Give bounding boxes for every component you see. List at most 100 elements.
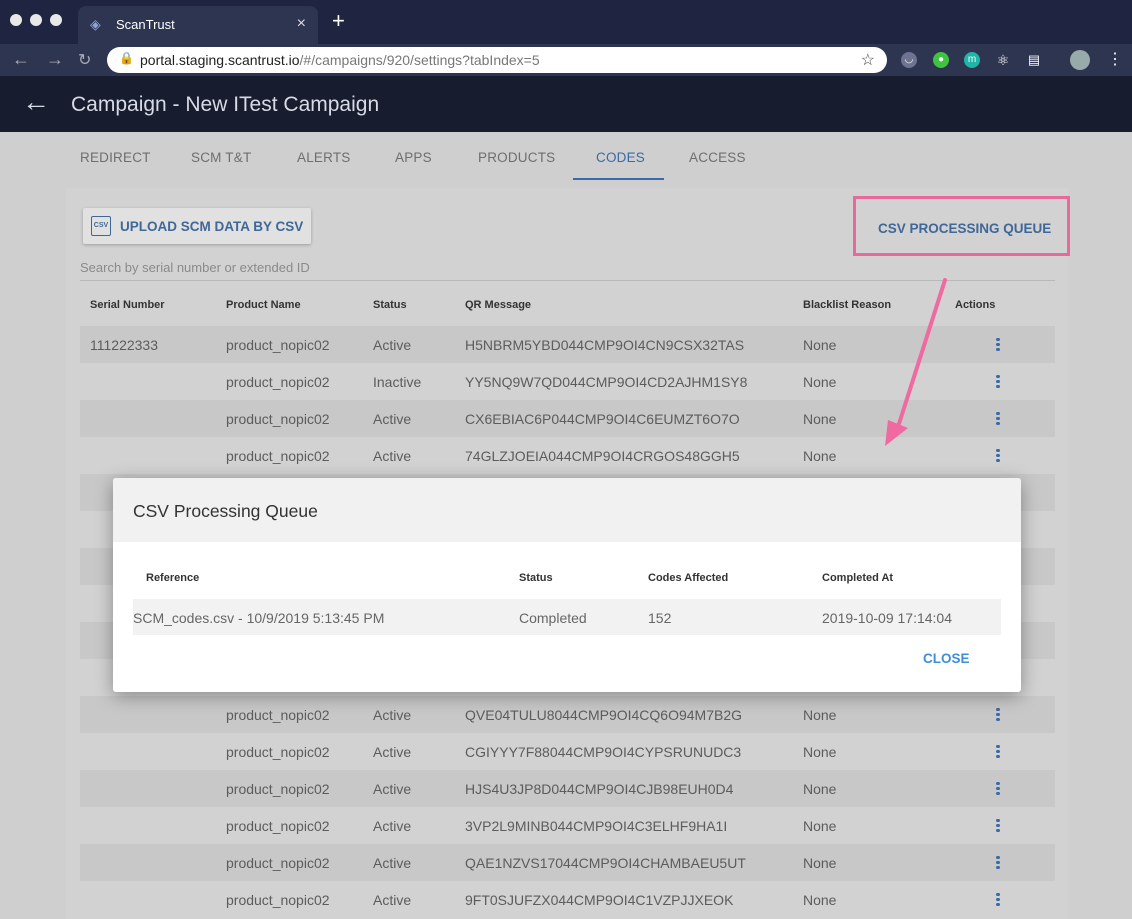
table-row[interactable]: product_nopic02 Active 74GLZJOEIA044CMP9…: [80, 437, 1055, 474]
reference-cell: SCM_codes.csv - 10/9/2019 5:13:45 PM: [133, 610, 385, 626]
product-cell: product_nopic02: [226, 781, 330, 797]
product-cell: product_nopic02: [226, 374, 330, 390]
product-cell: product_nopic02: [226, 448, 330, 464]
tab-redirect[interactable]: REDIRECT: [80, 150, 151, 165]
doc-extension-icon[interactable]: ▤: [1026, 52, 1042, 68]
close-button[interactable]: CLOSE: [923, 651, 970, 666]
row-actions-menu-icon[interactable]: [993, 706, 1003, 724]
completed-at-cell: 2019-10-09 17:14:04: [822, 610, 952, 626]
row-actions-menu-icon[interactable]: [993, 780, 1003, 798]
qr-cell: 74GLZJOEIA044CMP9OI4CRGOS48GGH5: [465, 448, 740, 464]
status-cell: Active: [373, 337, 412, 353]
product-cell: product_nopic02: [226, 337, 330, 353]
back-nav-icon[interactable]: ←: [12, 49, 30, 70]
qr-cell: CX6EBIAC6P044CMP9OI4C6EUMZT6O7O: [465, 411, 740, 427]
qr-cell: YY5NQ9W7QD044CMP9OI4CD2AJHM1SY8: [465, 374, 748, 390]
close-window-icon[interactable]: [10, 14, 22, 26]
scantrust-favicon-icon: ◈: [90, 16, 101, 32]
reason-cell: None: [803, 448, 837, 464]
address-bar[interactable]: 🔒 portal.staging.scantrust.io/#/campaign…: [107, 47, 887, 73]
search-input[interactable]: [80, 260, 1055, 275]
search-field[interactable]: [80, 259, 1055, 281]
qr-cell: QAE1NZVS17044CMP9OI4CHAMBAEU5UT: [465, 855, 746, 871]
qr-cell: QVE04TULU8044CMP9OI4CQ6O94M7B2G: [465, 707, 743, 723]
table-row[interactable]: product_nopic02 Active QAE1NZVS17044CMP9…: [80, 844, 1055, 881]
minimize-window-icon[interactable]: [30, 14, 42, 26]
table-row[interactable]: product_nopic02 Active HJS4U3JP8D044CMP9…: [80, 770, 1055, 807]
row-actions-menu-icon[interactable]: [993, 743, 1003, 761]
col-blacklist-reason: Blacklist Reason: [803, 299, 892, 311]
thumb-extension-icon[interactable]: ●: [933, 52, 949, 68]
row-actions-menu-icon[interactable]: [993, 854, 1003, 872]
table-row[interactable]: product_nopic02 Active 3VP2L9MINB044CMP9…: [80, 807, 1055, 844]
row-actions-menu-icon[interactable]: [993, 373, 1003, 391]
window-controls[interactable]: [10, 14, 62, 26]
maximize-window-icon[interactable]: [50, 14, 62, 26]
status-cell: Active: [373, 818, 412, 834]
profile-avatar[interactable]: [1070, 50, 1090, 70]
product-cell: product_nopic02: [226, 411, 330, 427]
tab-alerts[interactable]: ALERTS: [297, 150, 350, 165]
dialog-title: CSV Processing Queue: [133, 501, 318, 521]
col-reference: Reference: [146, 572, 200, 584]
upload-button-label: UPLOAD SCM DATA BY CSV: [120, 219, 304, 234]
table-row[interactable]: product_nopic02 Active QVE04TULU8044CMP9…: [80, 696, 1055, 733]
table-row[interactable]: 111222333 product_nopic02 Active H5NBRM5…: [80, 326, 1055, 363]
reason-cell: None: [803, 781, 837, 797]
bookmark-star-icon[interactable]: ☆: [861, 50, 875, 70]
product-cell: product_nopic02: [226, 818, 330, 834]
reason-cell: None: [803, 818, 837, 834]
col-completed-at: Completed At: [822, 572, 894, 584]
reload-icon[interactable]: ↻: [78, 50, 91, 70]
qr-cell: 3VP2L9MINB044CMP9OI4C3ELHF9HA1I: [465, 818, 728, 834]
row-actions-menu-icon[interactable]: [993, 447, 1003, 465]
row-actions-menu-icon[interactable]: [993, 817, 1003, 835]
tab-codes[interactable]: CODES: [596, 150, 645, 165]
row-actions-menu-icon[interactable]: [993, 336, 1003, 354]
reason-cell: None: [803, 374, 837, 390]
back-arrow-icon[interactable]: ←: [22, 86, 50, 118]
table-row[interactable]: product_nopic02 Active CGIYYY7F88044CMP9…: [80, 733, 1055, 770]
qr-cell: CGIYYY7F88044CMP9OI4CYPSRUNUDC3: [465, 744, 742, 760]
tab-products[interactable]: PRODUCTS: [478, 150, 555, 165]
status-cell: Active: [373, 781, 412, 797]
forward-nav-icon[interactable]: →: [46, 49, 64, 70]
row-actions-menu-icon[interactable]: [993, 410, 1003, 428]
reason-cell: None: [803, 855, 837, 871]
queue-status-cell: Completed: [519, 610, 587, 626]
status-cell: Inactive: [373, 374, 422, 390]
close-tab-icon[interactable]: ×: [297, 15, 306, 33]
product-cell: product_nopic02: [226, 744, 330, 760]
status-cell: Active: [373, 744, 412, 760]
col-actions: Actions: [955, 299, 996, 311]
tab-apps[interactable]: APPS: [395, 150, 432, 165]
row-actions-menu-icon[interactable]: [993, 891, 1003, 909]
tab-access[interactable]: ACCESS: [689, 150, 746, 165]
reason-cell: None: [803, 707, 837, 723]
col-queue-status: Status: [519, 572, 553, 584]
react-extension-icon[interactable]: ⚛: [995, 52, 1011, 68]
product-cell: product_nopic02: [226, 707, 330, 723]
browser-tab[interactable]: ◈ ScanTrust ×: [78, 6, 318, 44]
table-row[interactable]: product_nopic02 Active 9FT0SJUFZX044CMP9…: [80, 881, 1055, 918]
new-tab-icon[interactable]: +: [332, 10, 345, 32]
serial-cell: 111222333: [90, 337, 158, 353]
codes-affected-cell: 152: [648, 610, 672, 626]
pocket-extension-icon[interactable]: ◡: [901, 52, 917, 68]
csv-processing-queue-button[interactable]: CSV PROCESSING QUEUE: [853, 196, 1070, 256]
url-text[interactable]: portal.staging.scantrust.io/#/campaigns/…: [140, 52, 540, 68]
queue-row: SCM_codes.csv - 10/9/2019 5:13:45 PM Com…: [133, 599, 1001, 635]
table-row[interactable]: product_nopic02 Inactive YY5NQ9W7QD044CM…: [80, 363, 1055, 400]
tab-scm-tt[interactable]: SCM T&T: [191, 150, 251, 165]
col-product-name: Product Name: [226, 299, 301, 311]
reason-cell: None: [803, 337, 837, 353]
m-extension-icon[interactable]: m: [964, 52, 980, 68]
table-row[interactable]: product_nopic02 Active CX6EBIAC6P044CMP9…: [80, 400, 1055, 437]
settings-tabs: REDIRECT SCM T&T ALERTS APPS PRODUCTS CO…: [0, 132, 1132, 182]
col-codes-affected: Codes Affected: [648, 572, 729, 584]
qr-cell: H5NBRM5YBD044CMP9OI4CN9CSX32TAS: [465, 337, 745, 353]
col-qr-message: QR Message: [465, 299, 532, 311]
browser-tab-title: ScanTrust: [116, 17, 175, 32]
upload-scm-csv-button[interactable]: CSV UPLOAD SCM DATA BY CSV: [83, 208, 311, 244]
browser-menu-icon[interactable]: ⋮: [1107, 49, 1123, 69]
